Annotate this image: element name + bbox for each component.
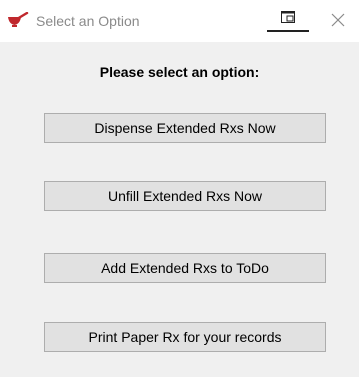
mortar-pestle-icon [7,11,29,28]
close-button[interactable] [327,9,349,31]
window-title: Select an Option [36,13,140,29]
dialog-heading: Please select an option: [99,64,260,80]
print-paper-rx-button[interactable]: Print Paper Rx for your records [44,322,326,352]
add-extended-rxs-todo-button[interactable]: Add Extended Rxs to ToDo [44,253,326,283]
title-bar[interactable]: Select an Option [0,0,359,42]
unfill-extended-rxs-button[interactable]: Unfill Extended Rxs Now [44,181,326,211]
select-option-dialog: Select an Option Please select an option… [0,0,359,377]
dispense-extended-rxs-button[interactable]: Dispense Extended Rxs Now [44,113,326,143]
window-restore-icon [281,11,295,23]
restore-button[interactable] [267,6,309,32]
close-icon [331,13,345,27]
